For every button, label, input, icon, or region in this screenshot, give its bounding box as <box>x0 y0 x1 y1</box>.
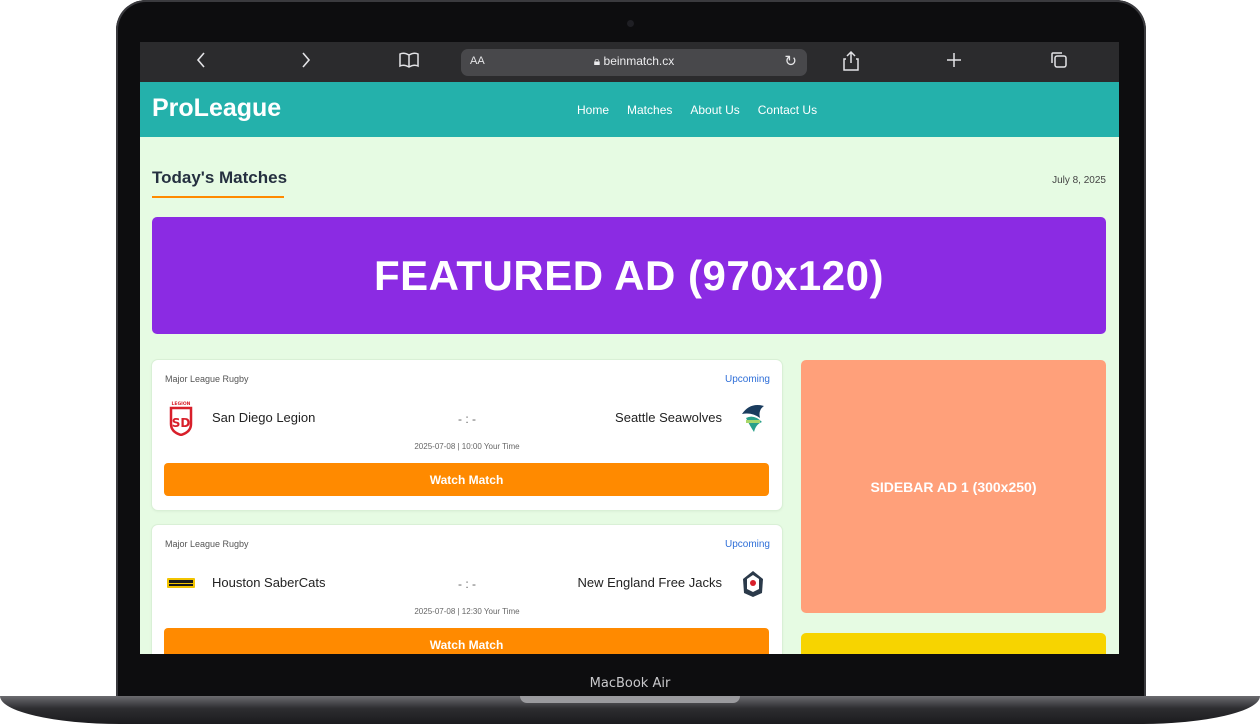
site-header: ProLeague Home Matches About Us Contact … <box>140 82 1119 137</box>
nav-contact-us[interactable]: Contact Us <box>758 103 817 117</box>
share-icon[interactable] <box>842 50 860 77</box>
league-name: Major League Rugby <box>165 374 249 384</box>
sidebar-ad-1[interactable]: SIDEBAR AD 1 (300x250) <box>801 360 1106 613</box>
section-title: Today's Matches <box>152 168 288 187</box>
league-name: Major League Rugby <box>165 539 249 549</box>
match-status: Upcoming <box>724 539 770 550</box>
url-text: beinmatch.cx <box>603 54 675 68</box>
nav-about-us[interactable]: About Us <box>690 103 739 117</box>
device-label: MacBook Air <box>589 676 671 691</box>
svg-text:LEGION: LEGION <box>172 401 191 407</box>
browser-toolbar: AA 🔒︎ beinmatch.cx ↻ <box>140 42 1119 82</box>
sidebar-ad-1-label: SIDEBAR AD 1 (300x250) <box>870 478 1037 495</box>
current-date: July 8, 2025 <box>1052 175 1106 186</box>
forward-icon[interactable] <box>300 50 312 75</box>
sidebar-ad-2[interactable] <box>801 633 1106 654</box>
back-icon[interactable] <box>195 50 207 75</box>
main-nav: Home Matches About Us Contact Us <box>577 103 817 117</box>
laptop-hinge-notch <box>520 696 740 703</box>
watch-match-button[interactable]: Watch Match <box>164 463 769 496</box>
lock-icon: 🔒︎ <box>593 54 601 68</box>
watch-match-button[interactable]: Watch Match <box>164 628 769 654</box>
match-time: 2025-07-08 | 12:30 Your Time <box>414 607 520 616</box>
nav-matches[interactable]: Matches <box>627 103 672 117</box>
reload-icon[interactable]: ↻ <box>784 52 797 70</box>
url-display: 🔒︎ beinmatch.cx <box>461 54 807 69</box>
match-card: Major League Rugby Upcoming LEGION SD Sa… <box>152 360 782 510</box>
screen: AA 🔒︎ beinmatch.cx ↻ ProLeague Home Matc… <box>140 42 1119 654</box>
match-status: Upcoming <box>724 374 770 385</box>
tabs-overview-icon[interactable] <box>1050 50 1068 75</box>
new-england-free-jacks-logo <box>743 571 763 597</box>
seattle-seawolves-logo <box>742 405 764 432</box>
camera <box>627 20 634 27</box>
match-card: Major League Rugby Upcoming Houston Sabe… <box>152 525 782 654</box>
bookmarks-icon[interactable] <box>398 50 420 75</box>
nav-home[interactable]: Home <box>577 103 609 117</box>
featured-ad[interactable]: FEATURED AD (970x120) <box>152 217 1106 334</box>
featured-ad-label: FEATURED AD (970x120) <box>374 251 884 299</box>
address-bar[interactable]: AA 🔒︎ beinmatch.cx ↻ <box>461 49 807 76</box>
away-team: New England Free Jacks <box>577 575 722 590</box>
match-time: 2025-07-08 | 10:00 Your Time <box>414 442 520 451</box>
new-tab-icon[interactable] <box>945 50 963 75</box>
site-logo[interactable]: ProLeague <box>152 94 281 123</box>
away-team: Seattle Seawolves <box>615 410 722 425</box>
title-underline <box>152 196 284 198</box>
